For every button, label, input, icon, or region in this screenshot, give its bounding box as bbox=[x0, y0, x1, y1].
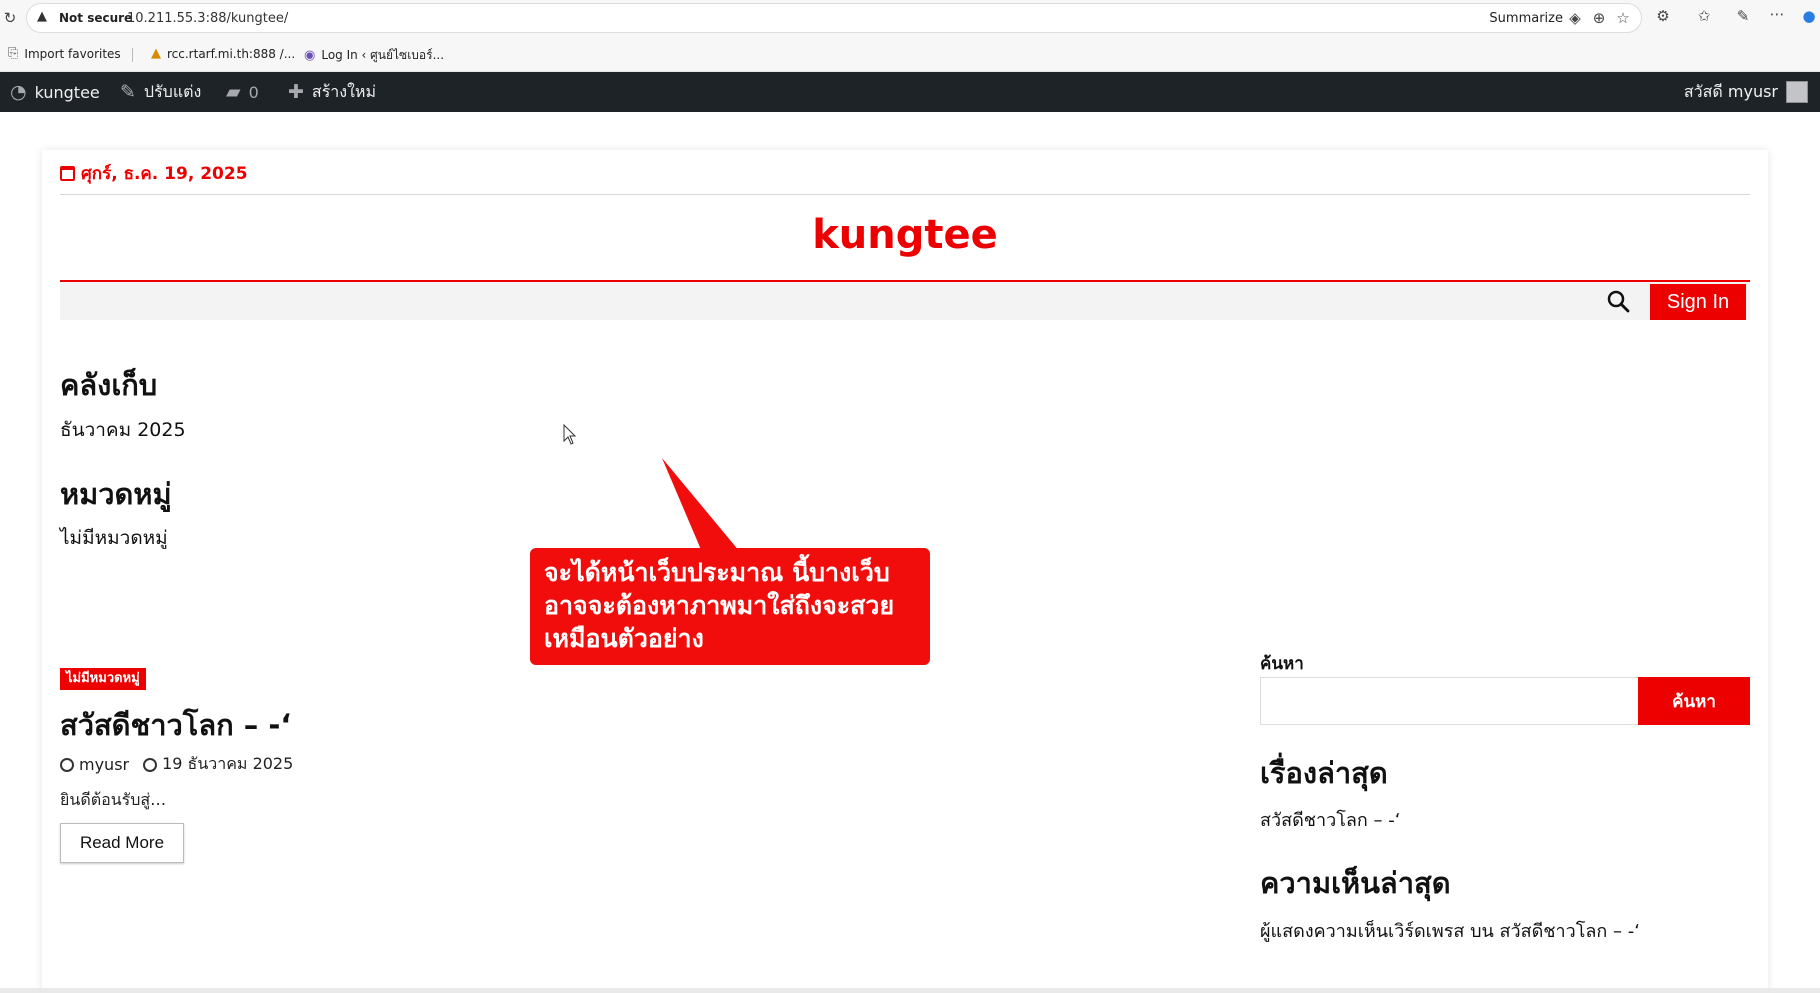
sidebar-search-label: ค้นหา bbox=[1260, 654, 1304, 674]
browser-address-bar: ↻ ▲ Not secure 10.211.55.3:88/kungtee/ S… bbox=[0, 0, 1820, 36]
copilot-icon[interactable]: ◈ bbox=[1565, 9, 1585, 27]
callout-line: จะได้หน้าเว็บประมาณ นี้บางเว็บ bbox=[544, 558, 890, 587]
brush-icon: ✎ bbox=[120, 81, 136, 103]
header-divider bbox=[60, 194, 1750, 195]
security-label[interactable]: Not secure bbox=[59, 11, 132, 25]
calendar-icon bbox=[60, 166, 75, 181]
categories-title: หมวดหมู่ bbox=[60, 477, 172, 511]
recent-comment-link[interactable]: ผู้แสดงความเห็นเวิร์ดเพรส บน สวัสดีชาวโล… bbox=[1260, 916, 1640, 945]
recent-comments-title: ความเห็นล่าสุด bbox=[1260, 866, 1451, 900]
dashboard-icon: ◔ bbox=[10, 81, 27, 103]
copilot-app-icon[interactable]: ● bbox=[1798, 7, 1820, 25]
site-icon: ▲ bbox=[151, 46, 161, 61]
callout-line: เหมือนตัวอย่าง bbox=[544, 624, 704, 653]
archives-title: คลังเก็บ bbox=[60, 368, 158, 402]
comment-icon: ▰ bbox=[226, 81, 241, 103]
admin-site-link[interactable]: ◔ kungtee bbox=[10, 72, 100, 112]
admin-account-link[interactable]: สวัสดี myusr bbox=[1684, 72, 1808, 112]
favorites-separator bbox=[132, 48, 133, 62]
more-icon[interactable]: ⋯ bbox=[1766, 5, 1788, 23]
url-bar[interactable]: ▲ Not secure 10.211.55.3:88/kungtee/ Sum… bbox=[26, 3, 1642, 33]
admin-comments-link[interactable]: ▰ 0 bbox=[226, 72, 259, 112]
categories-item: ไม่มีหมวดหมู่ bbox=[60, 527, 168, 549]
post-category-badge[interactable]: ไม่มีหมวดหมู่ bbox=[60, 668, 146, 690]
wp-admin-bar: ◔ kungtee ✎ ปรับแต่ง ▰ 0 ✚ สร้างใหม่ สวั… bbox=[0, 72, 1820, 112]
mouse-cursor-icon bbox=[563, 424, 577, 445]
bottom-strip bbox=[0, 988, 1820, 993]
recent-posts-title: เรื่องล่าสุด bbox=[1260, 756, 1388, 790]
warning-icon: ▲ bbox=[37, 9, 47, 24]
import-icon: ⎘ bbox=[8, 46, 19, 61]
site-title[interactable]: kungtee bbox=[60, 212, 1750, 258]
extensions-icon[interactable]: ⚙ bbox=[1652, 7, 1674, 25]
post-meta: myusr 19 ธันวาคม 2025 bbox=[60, 752, 293, 777]
url-text[interactable]: 10.211.55.3:88/kungtee/ bbox=[127, 11, 288, 26]
sign-in-button[interactable]: Sign In bbox=[1650, 284, 1746, 320]
recent-post-link[interactable]: สวัสดีชาวโลก – -‘ bbox=[1260, 805, 1400, 834]
read-more-button[interactable]: Read More bbox=[60, 823, 184, 863]
summarize-button[interactable]: Summarize bbox=[1489, 11, 1563, 26]
reload-icon[interactable]: ↻ bbox=[0, 8, 20, 28]
zoom-icon[interactable]: ⊕ bbox=[1589, 9, 1609, 27]
header-date: ศุกร์, ธ.ค. 19, 2025 bbox=[60, 160, 248, 187]
post-title[interactable]: สวัสดีชาวโลก – -‘ bbox=[60, 702, 291, 748]
admin-new-link[interactable]: ✚ สร้างใหม่ bbox=[288, 72, 376, 112]
admin-customize-link[interactable]: ✎ ปรับแต่ง bbox=[120, 72, 201, 112]
post-excerpt: ยินดีต้อนรับสู่… bbox=[60, 790, 167, 809]
favorite-import[interactable]: ⎘ Import favorites bbox=[8, 46, 121, 61]
post-author[interactable]: myusr bbox=[60, 755, 129, 774]
callout-line: อาจจะต้องหาภาพมาใส่ถึงจะสวย bbox=[544, 591, 895, 620]
favorites-bar: ⎘ Import favorites ▲ rcc.rtarf.mi.th:888… bbox=[0, 36, 1820, 72]
callout-annotation: จะได้หน้าเว็บประมาณ นี้บางเว็บ อาจจะต้อง… bbox=[530, 548, 930, 665]
post-date[interactable]: 19 ธันวาคม 2025 bbox=[143, 752, 293, 777]
star-icon[interactable]: ☆ bbox=[1613, 9, 1633, 27]
favorite-login[interactable]: ◉ Log In ‹ ศูนย์ไซเบอร์... bbox=[304, 46, 444, 65]
shield-icon: ◉ bbox=[304, 48, 316, 63]
favorite-rcc[interactable]: ▲ rcc.rtarf.mi.th:888 /... bbox=[151, 46, 295, 61]
archives-item[interactable]: ธันวาคม 2025 bbox=[60, 415, 186, 445]
avatar bbox=[1786, 81, 1808, 103]
sidebar-search-input[interactable] bbox=[1260, 677, 1640, 725]
favorites-icon[interactable]: ✩ bbox=[1693, 7, 1715, 25]
sidebar-search-button[interactable]: ค้นหา bbox=[1638, 677, 1750, 725]
user-icon bbox=[60, 757, 74, 772]
primary-nav: Sign In bbox=[60, 280, 1750, 320]
brush-icon[interactable]: ✎ bbox=[1732, 7, 1754, 25]
clock-icon bbox=[143, 757, 158, 772]
plus-icon: ✚ bbox=[288, 81, 304, 103]
search-icon[interactable] bbox=[1606, 289, 1630, 313]
